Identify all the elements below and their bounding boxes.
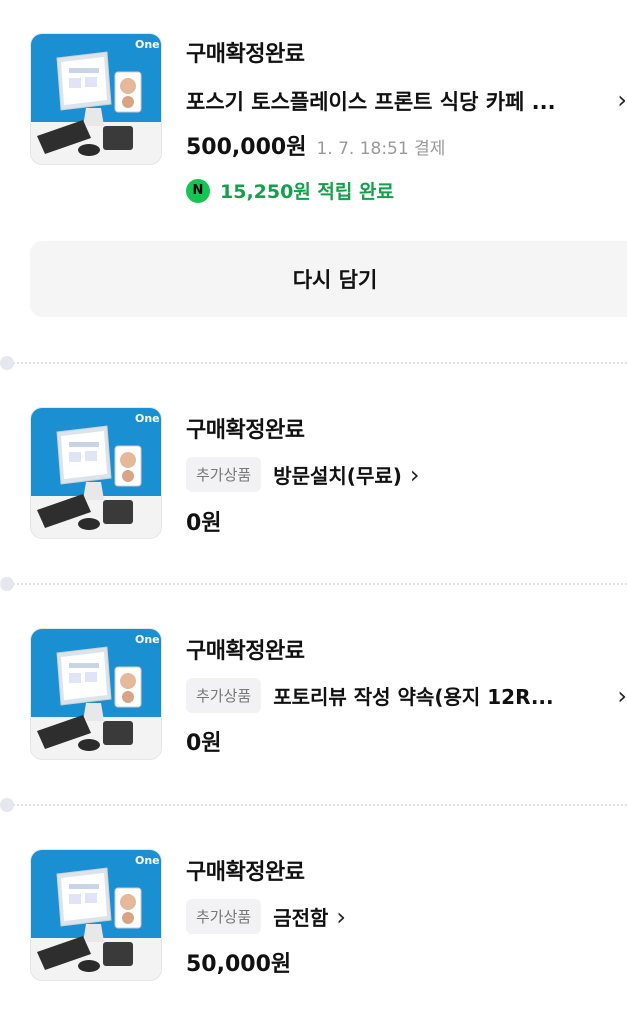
order-status: 구매확정완료: [186, 860, 305, 885]
addon-product-link[interactable]: 추가상품 방문설치(무료) ›: [186, 457, 627, 492]
point-earned: 15,250원 적립 완료: [220, 181, 394, 203]
order-price: 500,000원: [186, 135, 307, 160]
product-title-link[interactable]: 포스기 토스플레이스 프론트 식당 카페 ... ›: [186, 86, 627, 116]
product-thumbnail[interactable]: One: [30, 33, 162, 165]
order-price: 0원: [186, 511, 222, 536]
add-to-cart-again-button[interactable]: 다시 담기: [30, 241, 627, 317]
pos-terminal-image: One: [31, 850, 161, 980]
addon-name: 포토리뷰 작성 약속(용지 12R...: [273, 685, 554, 709]
divider-dot: [0, 798, 14, 812]
order-price: 50,000원: [186, 952, 292, 977]
price-line: 500,000원 1. 7. 18:51 결제: [186, 129, 445, 161]
addon-product-link[interactable]: 추가상품 포토리뷰 작성 약속(용지 12R... ›: [186, 678, 627, 713]
addon-tag: 추가상품: [186, 899, 262, 934]
chevron-right-icon: ›: [613, 681, 627, 710]
brand-logo: One: [135, 854, 160, 867]
point-line: N 15,250원 적립 완료: [186, 177, 394, 204]
brand-logo: One: [135, 633, 160, 646]
chevron-right-icon: ›: [409, 460, 420, 489]
product-title: 포스기 토스플레이스 프론트 식당 카페 ...: [186, 90, 556, 114]
payment-date: 1. 7. 18:51 결제: [316, 139, 446, 159]
divider: [0, 577, 627, 591]
order-status: 구매확정완료: [186, 418, 305, 443]
order-status: 구매확정완료: [186, 639, 305, 664]
pos-terminal-image: One: [31, 408, 161, 538]
divider-dot: [0, 356, 14, 370]
order-status: 구매확정완료: [186, 42, 305, 67]
addon-name: 방문설치(무료): [273, 464, 402, 488]
chevron-right-icon: ›: [336, 902, 347, 931]
addon-product-link[interactable]: 추가상품 금전함 ›: [186, 899, 627, 934]
pos-terminal-image: One: [31, 34, 161, 164]
product-thumbnail[interactable]: One: [30, 628, 162, 760]
brand-logo: One: [135, 38, 160, 51]
addon-tag: 추가상품: [186, 678, 262, 713]
divider: [0, 356, 627, 370]
divider: [0, 798, 627, 812]
product-thumbnail[interactable]: One: [30, 849, 162, 981]
addon-tag: 추가상품: [186, 457, 262, 492]
naver-pay-point-icon: N: [186, 178, 210, 203]
addon-name: 금전함: [273, 906, 329, 930]
product-thumbnail[interactable]: One: [30, 407, 162, 539]
pos-terminal-image: One: [31, 629, 161, 759]
divider-dot: [0, 577, 14, 591]
brand-logo: One: [135, 412, 160, 425]
order-price: 0원: [186, 731, 222, 756]
chevron-right-icon: ›: [617, 86, 627, 114]
